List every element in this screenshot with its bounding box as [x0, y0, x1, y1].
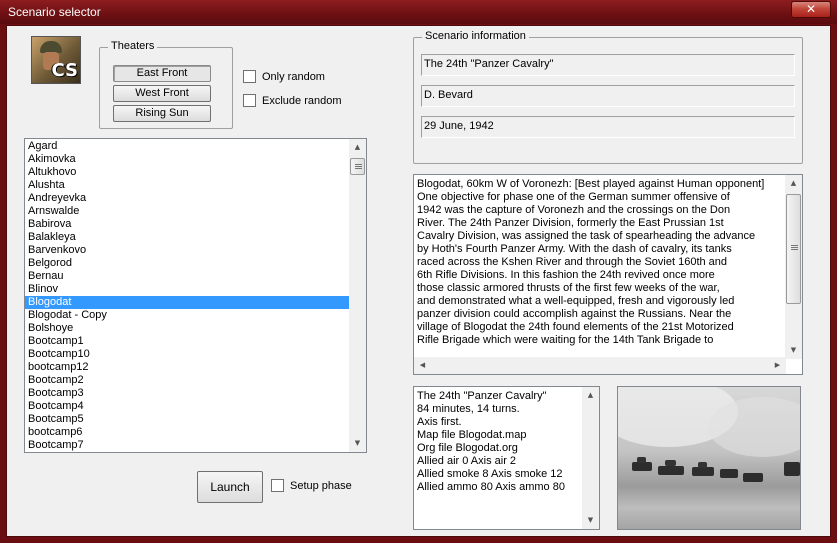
scenario-list-item[interactable]: Bootcamp3 [25, 387, 350, 400]
scenario-name-field: The 24th "Panzer Cavalry" [421, 54, 795, 76]
scenario-list-scroll-thumb[interactable] [350, 158, 365, 175]
details-line: Allied smoke 8 Axis smoke 12 [417, 468, 563, 480]
scenario-list-item[interactable]: Bootcamp1 [25, 335, 350, 348]
only-random-box[interactable] [243, 70, 256, 83]
details-lines: The 24th "Panzer Cavalry" 84 minutes, 14 … [414, 390, 584, 494]
logo-text: CS [51, 60, 78, 81]
setup-phase-box[interactable] [271, 479, 284, 492]
details-line: Map file Blogodat.map [417, 429, 527, 441]
dialog-client-area: CS Theaters East Front West Front Rising… [6, 25, 831, 537]
close-icon: ✕ [805, 2, 817, 16]
description-line: Blogodat, 60km W of Voronezh: [Best play… [417, 178, 765, 190]
details-line: 84 minutes, 14 turns. [417, 403, 520, 415]
app-logo: CS [31, 36, 81, 84]
setup-phase-label: Setup phase [290, 479, 352, 492]
scenario-list-scrollbar[interactable]: ▲ ▼ [349, 139, 366, 452]
details-line: The 24th "Panzer Cavalry" [417, 390, 547, 402]
scenario-list-item[interactable]: Barvenkovo [25, 244, 350, 257]
scenario-list-item[interactable]: Bootcamp7 [25, 439, 350, 452]
description-vertical-scrollbar[interactable]: ▲ ▼ [785, 175, 802, 359]
description-horizontal-scrollbar[interactable]: ◀ ▶ [414, 357, 786, 374]
scenario-list-item[interactable]: Agard [25, 140, 350, 153]
scroll-up-arrow-icon[interactable]: ▲ [582, 387, 599, 404]
details-line: Allied air 0 Axis air 2 [417, 455, 517, 467]
description-line: by Hoth's Fourth Panzer Army. With the d… [417, 243, 732, 255]
scroll-up-arrow-icon[interactable]: ▲ [349, 139, 366, 156]
description-line: 6th Rifle Divisions. In this fashion the… [417, 269, 715, 281]
description-line: and demonstrated what a well-equipped, f… [417, 295, 735, 307]
only-random-checkbox[interactable]: Only random [243, 70, 325, 83]
scenario-list-item[interactable]: Akimovka [25, 153, 350, 166]
exclude-random-label: Exclude random [262, 94, 342, 107]
scenario-details-text[interactable]: The 24th "Panzer Cavalry" 84 minutes, 14 … [413, 386, 600, 530]
scenario-list-item[interactable]: bootcamp12 [25, 361, 350, 374]
description-line: 1942 was the capture of Voronezh and the… [417, 204, 731, 216]
theater-east-front-button[interactable]: East Front [113, 65, 211, 82]
scenario-list-item[interactable]: bootcamp6 [25, 426, 350, 439]
theaters-legend: Theaters [108, 40, 158, 52]
theater-rising-sun-button[interactable]: Rising Sun [113, 105, 211, 122]
scenario-list-item[interactable]: Bootcamp4 [25, 400, 350, 413]
details-line: Org file Blogodat.org [417, 442, 518, 454]
description-scroll-thumb[interactable] [786, 194, 801, 304]
description-line: One objective for phase one of the Germa… [417, 191, 730, 203]
scroll-right-arrow-icon[interactable]: ▶ [769, 357, 786, 374]
scroll-down-arrow-icon[interactable]: ▼ [582, 512, 599, 529]
scenario-list-item[interactable]: Bootcamp10 [25, 348, 350, 361]
details-vertical-scrollbar[interactable]: ▲ ▼ [582, 387, 599, 529]
window-title: Scenario selector [8, 5, 101, 19]
scenario-list-item[interactable]: Balakleya [25, 231, 350, 244]
close-button[interactable]: ✕ [791, 1, 831, 18]
description-line: those classic armored thrusts of the fir… [417, 282, 720, 294]
description-line: village of Blogodat the 24th found eleme… [417, 321, 734, 333]
title-bar[interactable]: Scenario selector ✕ [0, 0, 837, 24]
description-line: Rifle Brigade which were waiting for the… [417, 334, 714, 346]
scroll-down-arrow-icon[interactable]: ▼ [349, 435, 366, 452]
scenario-description-text[interactable]: Blogodat, 60km W of Voronezh: [Best play… [413, 174, 803, 375]
description-line: raced across the Kshen River and through… [417, 256, 728, 268]
details-line: Allied ammo 80 Axis ammo 80 [417, 481, 565, 493]
exclude-random-checkbox[interactable]: Exclude random [243, 94, 342, 107]
scenario-list-item[interactable]: Altukhovo [25, 166, 350, 179]
scroll-down-arrow-icon[interactable]: ▼ [785, 342, 802, 359]
description-line: Cavalry Division, was assigned the task … [417, 230, 756, 242]
scenario-list-item[interactable]: Bootcamp5 [25, 413, 350, 426]
scenario-list-item[interactable]: Bernau [25, 270, 350, 283]
scenario-list-item[interactable]: Bootcamp2 [25, 374, 350, 387]
scenario-list-items: Agard Akimovka Altukhovo Alushta Andreyevka A… [25, 140, 350, 452]
only-random-label: Only random [262, 70, 325, 83]
scenario-date-field: 29 June, 1942 [421, 116, 795, 138]
scenario-list-item[interactable]: Blogodat [25, 296, 350, 309]
details-line: Axis first. [417, 416, 462, 428]
scenario-list-item[interactable]: Belgorod [25, 257, 350, 270]
theater-west-front-button[interactable]: West Front [113, 85, 211, 102]
scenario-list-item[interactable]: Andreyevka [25, 192, 350, 205]
scroll-left-arrow-icon[interactable]: ◀ [414, 357, 431, 374]
scenario-photo [617, 386, 801, 530]
description-lines: Blogodat, 60km W of Voronezh: [Best play… [414, 178, 786, 347]
scenario-list-item[interactable]: Blogodat - Copy [25, 309, 350, 322]
exclude-random-box[interactable] [243, 94, 256, 107]
scenario-author-field: D. Bevard [421, 85, 795, 107]
scenario-list-item[interactable]: Babirova [25, 218, 350, 231]
scenario-info-legend: Scenario information [422, 30, 529, 42]
setup-phase-checkbox[interactable]: Setup phase [271, 479, 352, 492]
scenario-list-item[interactable]: Bolshoye [25, 322, 350, 335]
scenario-list-item[interactable]: Alushta [25, 179, 350, 192]
scenario-list-item[interactable]: Arnswalde [25, 205, 350, 218]
launch-button[interactable]: Launch [197, 471, 263, 503]
description-line: River. The 24th Panzer Division, formerl… [417, 217, 724, 229]
scenario-listbox[interactable]: Agard Akimovka Altukhovo Alushta Andreyevka A… [24, 138, 367, 453]
scroll-up-arrow-icon[interactable]: ▲ [785, 175, 802, 192]
scenario-list-item[interactable]: Blinov [25, 283, 350, 296]
description-line: panzer division could accomplish against… [417, 308, 732, 320]
